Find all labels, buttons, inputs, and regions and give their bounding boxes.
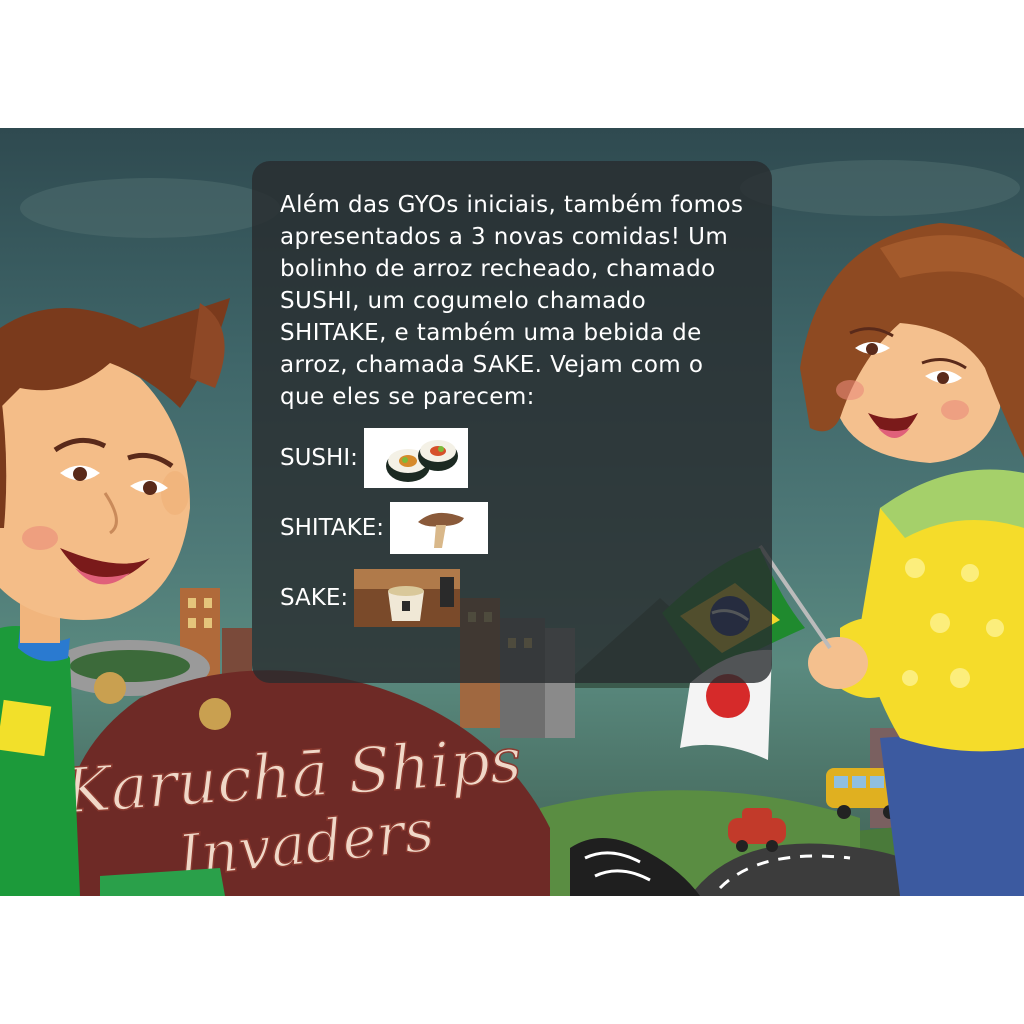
sushi-photo xyxy=(363,428,468,488)
food-label-shitake: SHITAKE: xyxy=(280,515,385,541)
dialog-box: Além das GYOs iniciais, também fomos apr… xyxy=(252,161,772,683)
dialog-text: Além das GYOs iniciais, também fomos apr… xyxy=(280,192,744,410)
food-row-sushi: SUSHI: xyxy=(280,427,748,489)
shitake-photo xyxy=(390,502,489,554)
food-label-sake: SAKE: xyxy=(280,585,349,611)
sake-cup-photo xyxy=(354,569,461,627)
food-row-sake: SAKE: xyxy=(280,567,748,629)
food-row-shitake: SHITAKE: xyxy=(280,497,748,559)
game-scene: Karuchā Ships Invaders Além das GYOs ini… xyxy=(0,128,1024,896)
food-label-sushi: SUSHI: xyxy=(280,445,358,471)
